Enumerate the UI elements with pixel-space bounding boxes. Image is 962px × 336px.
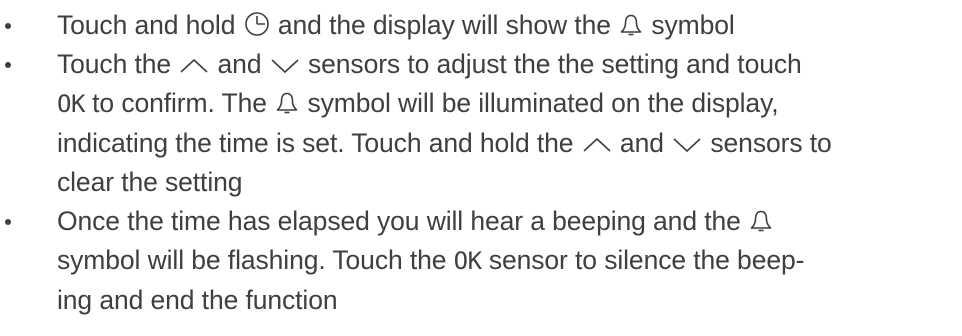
text-segment: symbol xyxy=(644,10,735,40)
bullet-icon xyxy=(5,62,11,68)
text-segment: Once the time has elapsed you will hear … xyxy=(57,206,749,236)
bullet-icon xyxy=(5,23,11,29)
clock-icon xyxy=(244,11,270,37)
text-segment: symbol will be illuminated on the displa… xyxy=(300,88,779,118)
text-line: Touch the and sensors to adjust the the … xyxy=(57,45,962,84)
bell-icon xyxy=(275,91,299,115)
text-segment: Touch and hold xyxy=(57,10,243,40)
text-segment: sensors to adjust the the setting and to… xyxy=(300,49,802,79)
list-item: Touch and hold and the display will show… xyxy=(0,6,962,45)
text-line: clear the setting xyxy=(57,163,962,202)
text-line: ing and end the function xyxy=(57,281,962,320)
chevron-down-icon xyxy=(672,133,702,155)
text-segment: symbol will be flashing. Touch the xyxy=(57,245,454,275)
bell-icon xyxy=(749,209,773,233)
chevron-down-icon xyxy=(270,54,300,76)
bullet-icon xyxy=(5,219,11,225)
text-segment: to confirm. The xyxy=(84,88,275,118)
text-line: indicating the time is set. Touch and ho… xyxy=(57,124,962,163)
list-item: Once the time has elapsed you will hear … xyxy=(0,202,962,320)
chevron-up-icon xyxy=(582,133,612,155)
text-line: Once the time has elapsed you will hear … xyxy=(57,202,962,241)
instruction-list: Touch and hold and the display will show… xyxy=(0,6,962,320)
chevron-up-icon xyxy=(179,54,209,76)
text-segment: clear the setting xyxy=(57,167,243,197)
text-segment: sensor to silence the beep- xyxy=(481,245,805,275)
text-segment: and xyxy=(612,128,672,158)
text-segment: and xyxy=(210,49,269,79)
text-segment: sensors to xyxy=(703,128,832,158)
text-line: symbol will be flashing. Touch the OK se… xyxy=(57,241,962,281)
text-segment: Touch the xyxy=(57,49,179,79)
text-segment: indicating the time is set. Touch and ho… xyxy=(57,128,581,158)
text-segment: and the display will show the xyxy=(270,10,619,40)
text-line: OK to confirm. The symbol will be illumi… xyxy=(57,84,962,124)
bell-icon xyxy=(619,13,643,37)
text-segment: ing and end the function xyxy=(57,285,338,315)
text-line: Touch and hold and the display will show… xyxy=(57,6,962,45)
ok-symbol: OK xyxy=(453,247,482,275)
list-item: Touch the and sensors to adjust the the … xyxy=(0,45,962,202)
ok-symbol: OK xyxy=(57,90,85,118)
